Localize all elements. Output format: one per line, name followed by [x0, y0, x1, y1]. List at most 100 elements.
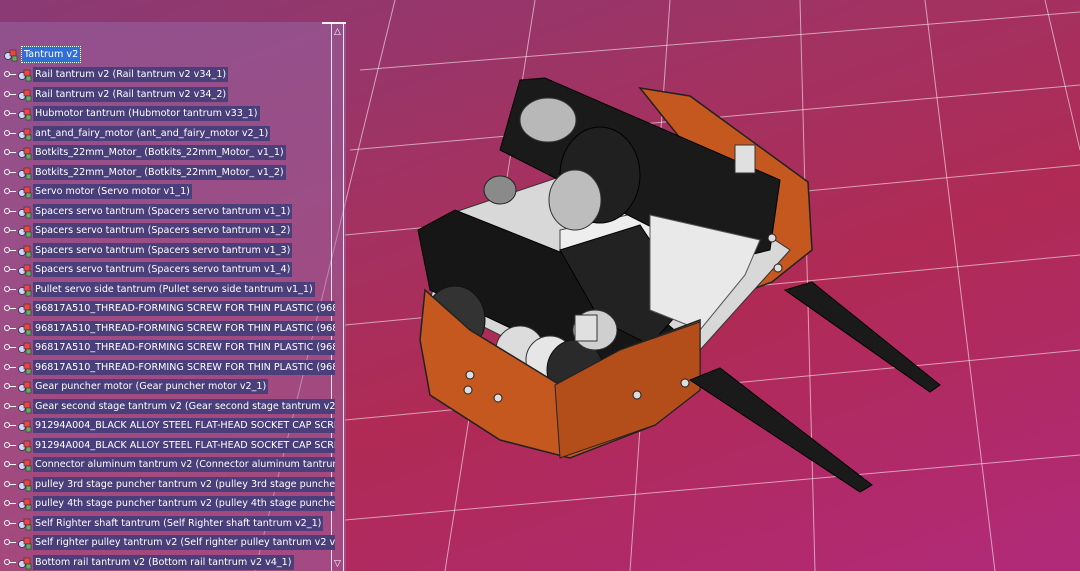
tree-connector	[10, 132, 16, 134]
tree-item-label[interactable]: Hubmotor tantrum (Hubmotor tantrum v33_1…	[33, 106, 260, 121]
tree-item[interactable]: Rail tantrum v2 (Rail tantrum v2 v34_2)	[0, 86, 331, 103]
tree-item[interactable]: Bottom rail tantrum v2 (Bottom rail tant…	[0, 554, 331, 571]
tree-connector	[10, 269, 16, 270]
tree-connector	[10, 503, 16, 504]
part-icon	[18, 498, 32, 511]
tree-item[interactable]: 91294A004_BLACK ALLOY STEEL FLAT-HEAD SO…	[0, 437, 335, 454]
tree-item-label[interactable]: Servo motor (Servo motor v1_1)	[33, 184, 192, 199]
part-icon	[18, 420, 32, 433]
tree-connector	[10, 405, 16, 407]
tree-root-label[interactable]: Tantrum v2	[21, 46, 82, 63]
tree-item-label[interactable]: ant_and_fairy_motor (ant_and_fairy_motor…	[33, 125, 271, 141]
part-icon	[18, 440, 32, 452]
part-icon	[18, 342, 32, 355]
tree-item[interactable]: 96817A510_THREAD-FORMING SCREW FOR THIN …	[0, 300, 335, 317]
part-icon	[18, 206, 32, 218]
part-icon	[18, 89, 32, 101]
tree-item-label[interactable]: Pullet servo side tantrum (Pullet servo …	[33, 281, 315, 297]
tree-item[interactable]: pulley 4th stage puncher tantrum v2 (pul…	[0, 495, 335, 512]
tree-item[interactable]: Gear second stage tantrum v2 (Gear secon…	[0, 398, 335, 415]
tree-connector	[10, 152, 16, 153]
tree-item-label[interactable]: pulley 3rd stage puncher tantrum v2 (pul…	[33, 476, 335, 492]
tree-item-label[interactable]: pulley 4th stage puncher tantrum v2 (pul…	[33, 496, 335, 511]
tree-connector	[10, 464, 16, 465]
tree-item-label[interactable]: Connector aluminum tantrum v2 (Connector…	[33, 457, 335, 472]
part-icon	[18, 69, 32, 82]
tree-item[interactable]: Spacers servo tantrum (Spacers servo tan…	[0, 203, 331, 220]
part-icon	[18, 518, 32, 530]
tree-item[interactable]: Gear puncher motor (Gear puncher motor v…	[0, 378, 331, 395]
tree-item[interactable]: Spacers servo tantrum (Spacers servo tan…	[0, 261, 331, 278]
tree-item-label[interactable]: Bottom rail tantrum v2 (Bottom rail tant…	[33, 554, 294, 570]
part-icon	[18, 362, 32, 374]
tree-item[interactable]: Servo motor (Servo motor v1_1)	[0, 183, 331, 200]
tree-item-label[interactable]: Spacers servo tantrum (Spacers servo tan…	[33, 242, 293, 258]
part-icon	[18, 108, 32, 121]
tree-item[interactable]: Self Righter shaft tantrum (Self Righter…	[0, 515, 331, 532]
tree-item-label[interactable]: 91294A004_BLACK ALLOY STEEL FLAT-HEAD SO…	[33, 418, 335, 433]
tree-connector	[10, 230, 16, 231]
tree-item[interactable]: 96817A510_THREAD-FORMING SCREW FOR THIN …	[0, 339, 335, 356]
tree-connector	[10, 366, 16, 368]
part-icon	[18, 284, 32, 296]
tree-connector	[10, 74, 16, 75]
tree-item-label[interactable]: Self righter pulley tantrum v2 (Self rig…	[33, 535, 335, 550]
assembly-icon	[4, 49, 18, 62]
tree-item-label[interactable]: Rail tantrum v2 (Rail tantrum v2 v34_2)	[33, 86, 229, 102]
part-icon	[18, 401, 32, 413]
tree-connector	[10, 210, 16, 212]
scroll-up-icon[interactable]: △	[333, 28, 342, 37]
tree-item[interactable]: ant_and_fairy_motor (ant_and_fairy_motor…	[0, 125, 331, 142]
tree-item[interactable]: 96817A510_THREAD-FORMING SCREW FOR THIN …	[0, 359, 335, 376]
scroll-down-icon[interactable]: ▽	[333, 560, 342, 569]
tree-item[interactable]: pulley 3rd stage puncher tantrum v2 (pul…	[0, 476, 335, 493]
tree-connector	[10, 425, 16, 426]
tree-item[interactable]: Hubmotor tantrum (Hubmotor tantrum v33_1…	[0, 105, 331, 122]
tree-item[interactable]: Rail tantrum v2 (Rail tantrum v2 v34_1)	[0, 66, 331, 83]
tree-connector	[10, 93, 16, 95]
tree-item[interactable]: Botkits_22mm_Motor_ (Botkits_22mm_Motor_…	[0, 164, 331, 181]
part-icon	[18, 128, 32, 140]
tree-item-label[interactable]: Rail tantrum v2 (Rail tantrum v2 v34_1)	[33, 67, 229, 82]
tree-connector	[10, 483, 16, 485]
part-icon	[18, 381, 32, 394]
part-icon	[18, 245, 32, 257]
tree-item-label[interactable]: Spacers servo tantrum (Spacers servo tan…	[33, 223, 293, 238]
tree-item[interactable]: Botkits_22mm_Motor_ (Botkits_22mm_Motor_…	[0, 144, 331, 161]
tree-item-label[interactable]: 96817A510_THREAD-FORMING SCREW FOR THIN …	[33, 340, 335, 355]
tree-item-label[interactable]: 96817A510_THREAD-FORMING SCREW FOR THIN …	[33, 301, 335, 316]
part-icon	[18, 303, 32, 316]
tree-connector	[10, 249, 16, 251]
tree-connector	[10, 522, 16, 524]
tree-item[interactable]: Spacers servo tantrum (Spacers servo tan…	[0, 222, 331, 239]
tree-item-label[interactable]: Gear puncher motor (Gear puncher motor v…	[33, 379, 269, 394]
part-icon	[18, 479, 32, 491]
part-icon	[18, 186, 32, 199]
tree-item-label[interactable]: Self Righter shaft tantrum (Self Righter…	[33, 515, 324, 531]
tree-connector	[10, 288, 16, 290]
tree-item[interactable]: Pullet servo side tantrum (Pullet servo …	[0, 281, 331, 298]
tree-connector	[10, 327, 16, 329]
part-icon	[18, 264, 32, 277]
part-icon	[18, 167, 32, 179]
tree-item-label[interactable]: 96817A510_THREAD-FORMING SCREW FOR THIN …	[33, 320, 335, 336]
tree-item-label[interactable]: Spacers servo tantrum (Spacers servo tan…	[33, 203, 293, 219]
tree-item-label[interactable]: Spacers servo tantrum (Spacers servo tan…	[33, 262, 293, 277]
part-icon	[18, 147, 32, 160]
tree-connector	[10, 308, 16, 309]
part-icon	[18, 323, 32, 335]
tree-item-label[interactable]: Botkits_22mm_Motor_ (Botkits_22mm_Motor_…	[33, 145, 286, 160]
tree-item[interactable]: Connector aluminum tantrum v2 (Connector…	[0, 456, 335, 473]
tree-item-label[interactable]: 91294A004_BLACK ALLOY STEEL FLAT-HEAD SO…	[33, 437, 335, 453]
part-icon	[18, 557, 32, 569]
tree-connector	[10, 347, 16, 348]
tree-root[interactable]: Tantrum v2	[0, 46, 331, 63]
tree-item[interactable]: 96817A510_THREAD-FORMING SCREW FOR THIN …	[0, 320, 335, 337]
part-icon	[18, 459, 32, 472]
tree-item[interactable]: Self righter pulley tantrum v2 (Self rig…	[0, 534, 335, 551]
tree-item[interactable]: Spacers servo tantrum (Spacers servo tan…	[0, 242, 331, 259]
tree-item-label[interactable]: Gear second stage tantrum v2 (Gear secon…	[33, 398, 335, 414]
tree-item-label[interactable]: Botkits_22mm_Motor_ (Botkits_22mm_Motor_…	[33, 164, 286, 180]
tree-item[interactable]: 91294A004_BLACK ALLOY STEEL FLAT-HEAD SO…	[0, 417, 335, 434]
tree-item-label[interactable]: 96817A510_THREAD-FORMING SCREW FOR THIN …	[33, 359, 335, 375]
